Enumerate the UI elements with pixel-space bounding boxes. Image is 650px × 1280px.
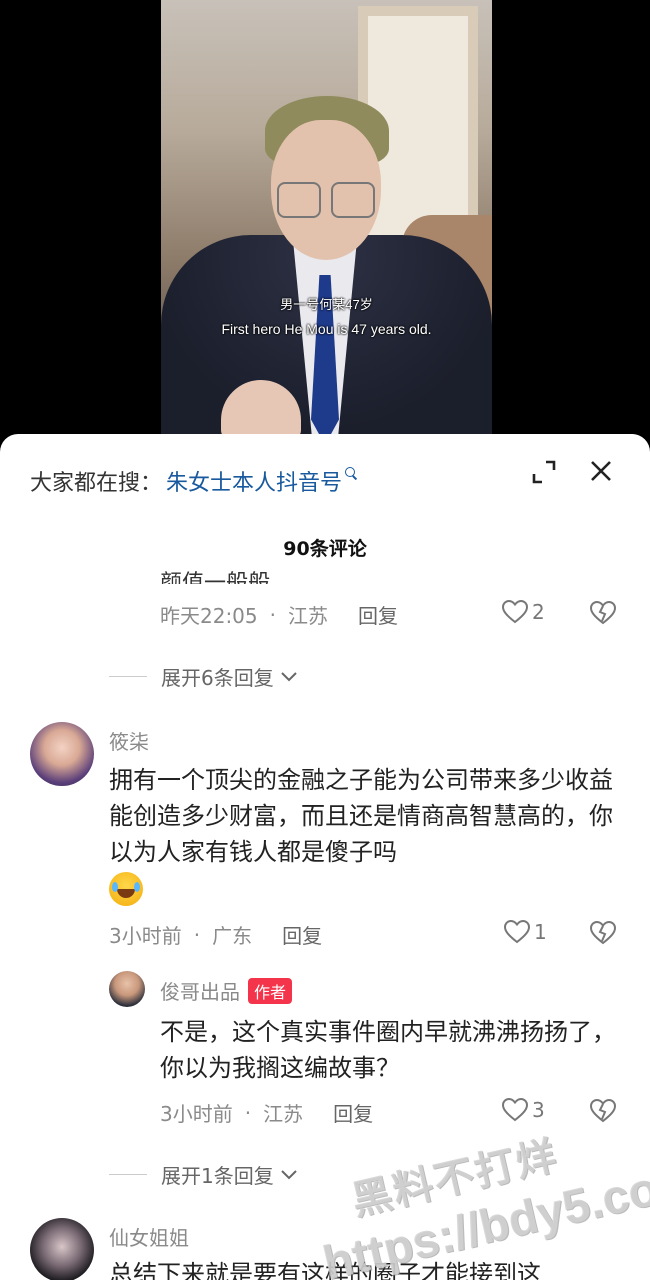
like-button[interactable]: 1 [504,920,547,944]
comment-text-content: 拥有一个顶尖的金融之子能为公司带来多少收益能创造多少财富，而且还是情商高智慧高的… [109,766,613,866]
subtitle-english: First hero He Mou is 47 years old. [221,321,432,337]
comment-meta: 3小时前 · 广东 回复 [109,920,322,949]
reply-location: 江苏 [263,1102,304,1126]
avatar[interactable] [109,971,145,1007]
comment-time: 3小时前 [109,924,182,948]
comment-count: 90条评论 [283,538,367,560]
laughing-crying-emoji-icon [109,872,143,906]
reply-username: 俊哥出品 作者 [160,976,293,1005]
expand-replies-label: 展开1条回复 [161,1164,274,1188]
chevron-down-icon [281,671,297,681]
like-count: 3 [532,1098,545,1122]
comment-text: 拥有一个顶尖的金融之子能为公司带来多少收益能创造多少财富，而且还是情商高智慧高的… [109,762,619,906]
comment-location: 广东 [212,924,253,948]
video-player[interactable]: 男一号何某47岁 First hero He Mou is 47 years o… [161,0,492,440]
dislike-icon[interactable] [590,1098,616,1124]
divider-line [109,1174,147,1175]
like-button[interactable]: 2 [502,600,545,624]
expand-replies-button[interactable]: 展开6条回复 [109,662,298,691]
heart-icon [504,920,530,944]
reply-time: 3小时前 [160,1102,233,1126]
reply-button[interactable]: 回复 [333,1098,373,1127]
comment-time: 昨天22:05 [160,604,258,628]
trending-search-bar[interactable]: 大家都在搜： 朱女士本人抖音号 [30,464,360,498]
reply-username-text[interactable]: 俊哥出品 [160,976,240,1005]
like-count: 1 [534,920,547,944]
comment-username[interactable]: 仙女姐姐 [109,1222,189,1251]
comment-username[interactable]: 筱柒 [109,726,149,755]
reply-text: 不是，这个真实事件圈内早就沸沸扬扬了，你以为我搁这编故事？ [160,1018,616,1082]
meta-separator: · [269,602,276,627]
comment-location: 江苏 [288,604,328,628]
like-count: 2 [532,600,545,624]
meta-separator: · [193,922,201,947]
reply-button[interactable]: 回复 [358,600,398,629]
subtitle-chinese: 男一号何某47岁 [280,297,373,312]
close-icon[interactable] [589,459,613,483]
expand-replies-button[interactable]: 展开1条回复 [109,1160,298,1189]
person-glasses [273,182,379,222]
chevron-down-icon [281,1169,297,1179]
reply-meta: 3小时前 · 江苏 回复 [160,1098,373,1127]
meta-separator: · [244,1100,252,1125]
divider-line [109,676,147,677]
heart-icon [502,600,528,624]
search-glyph-icon [344,466,360,482]
avatar[interactable] [30,1218,94,1280]
avatar[interactable] [30,722,94,786]
dislike-icon[interactable] [590,920,616,946]
expand-icon[interactable] [531,459,557,485]
reply-button[interactable]: 回复 [282,920,322,949]
author-badge: 作者 [248,977,293,1004]
dislike-icon[interactable] [590,600,616,626]
comment-text-clipped: 颜值一般般 [160,571,271,584]
trending-search-term[interactable]: 朱女士本人抖音号 [166,465,342,497]
trending-search-prefix: 大家都在搜： [30,471,163,496]
comment-meta: 昨天22:05 · 江苏 回复 [160,600,398,629]
like-button[interactable]: 3 [502,1098,545,1122]
heart-icon [502,1098,528,1122]
expand-replies-label: 展开6条回复 [161,666,274,690]
